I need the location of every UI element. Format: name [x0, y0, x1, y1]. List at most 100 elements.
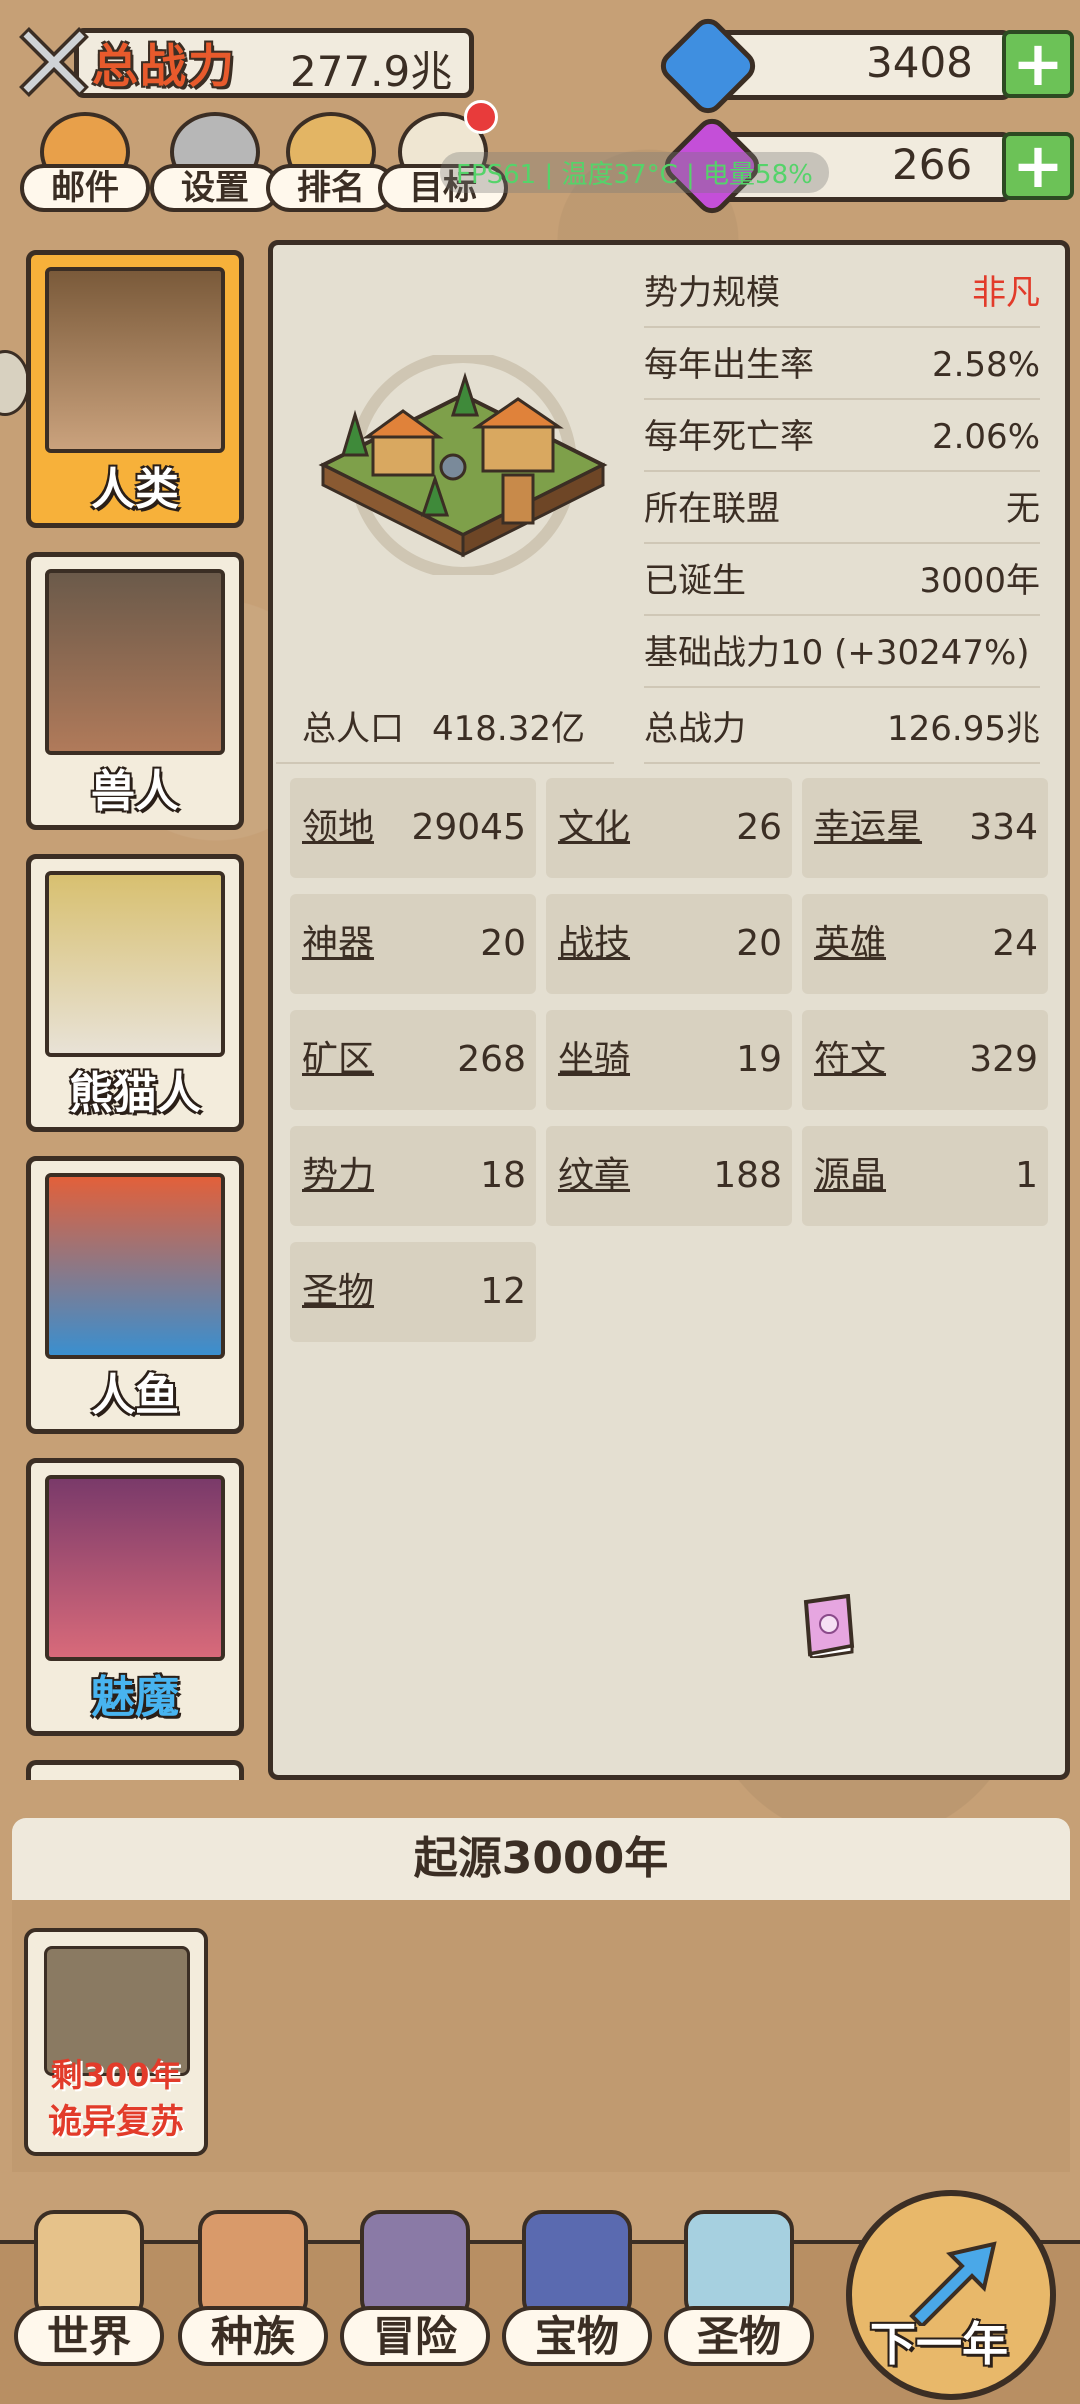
- stat-key: 源晶: [814, 1155, 887, 1196]
- event-name: 诡异复苏: [48, 2102, 184, 2142]
- adventure-icon: [360, 2210, 470, 2320]
- race-card-succubus[interactable]: 魅魔: [26, 1458, 244, 1736]
- stat-faction[interactable]: 势力 18: [290, 1126, 536, 1226]
- event-card-revival[interactable]: 剩300年 诡异复苏: [24, 1928, 208, 2156]
- stat-value: 19: [736, 1039, 782, 1080]
- stat-key: 幸运星: [814, 807, 923, 848]
- info-key: 势力规模: [644, 273, 780, 313]
- stat-key: 纹章: [558, 1155, 631, 1196]
- stat-relic[interactable]: 圣物 12: [290, 1242, 536, 1342]
- event-remaining: 剩300年: [50, 2056, 182, 2094]
- race-name: 魅魔: [91, 1672, 179, 1723]
- nav-label: 世界: [14, 2306, 164, 2366]
- stat-key: 势力: [302, 1155, 375, 1196]
- power-value: 277.9兆: [290, 47, 453, 96]
- notification-dot: [464, 100, 498, 134]
- stat-value: 18: [480, 1155, 526, 1196]
- stat-key: 矿区: [302, 1039, 375, 1080]
- population-row: 总人口 418.32亿: [276, 694, 614, 764]
- performance-overlay: FPS61 | 温度37°C | 电量58%: [440, 152, 829, 193]
- stat-key: 神器: [302, 923, 375, 964]
- stat-territory[interactable]: 领地 29045: [290, 778, 536, 878]
- info-birthrate-row: 每年出生率 2.58%: [644, 330, 1040, 400]
- mail-label: 邮件: [20, 164, 150, 212]
- stat-value: 188: [713, 1155, 782, 1196]
- info-value: 非凡: [972, 273, 1040, 313]
- stat-artifact[interactable]: 神器 20: [290, 894, 536, 994]
- nav-race[interactable]: 种族: [178, 2210, 328, 2400]
- mail-button[interactable]: 邮件: [20, 112, 150, 212]
- add-currency2-button[interactable]: +: [1002, 132, 1074, 200]
- info-value: 3000年: [919, 561, 1040, 601]
- stat-culture[interactable]: 文化 26: [546, 778, 792, 878]
- race-card-panda[interactable]: 熊猫人: [26, 854, 244, 1132]
- info-base-power-row: 基础战力10 (+30247%): [644, 618, 1040, 688]
- panda-portrait: [45, 871, 225, 1057]
- info-value: 无: [1006, 489, 1040, 529]
- succubus-portrait: [45, 1475, 225, 1661]
- stat-value: 268: [457, 1039, 526, 1080]
- race-mask-icon: [198, 2210, 308, 2320]
- nav-treasure[interactable]: 宝物: [502, 2210, 652, 2400]
- currency1-value: 3408: [866, 38, 973, 87]
- nav-label: 冒险: [340, 2306, 490, 2366]
- world-map-icon: [34, 2210, 144, 2320]
- race-card-merfolk[interactable]: 人鱼: [26, 1156, 244, 1434]
- book-icon[interactable]: [796, 1593, 858, 1660]
- stat-mount[interactable]: 坐骑 19: [546, 1010, 792, 1110]
- nav-adventure[interactable]: 冒险: [340, 2210, 490, 2400]
- race-card-human[interactable]: 人类: [26, 250, 244, 528]
- info-scale-row: 势力规模 非凡: [644, 258, 1040, 328]
- stat-mine[interactable]: 矿区 268: [290, 1010, 536, 1110]
- stat-lucky-star[interactable]: 幸运星 334: [802, 778, 1048, 878]
- stat-source-crystal[interactable]: 源晶 1: [802, 1126, 1048, 1226]
- stat-combat-skill[interactable]: 战技 20: [546, 894, 792, 994]
- stat-value: 20: [480, 923, 526, 964]
- nav-world[interactable]: 世界: [14, 2210, 164, 2400]
- nav-label: 种族: [178, 2306, 328, 2366]
- population-label: 总人口: [302, 709, 404, 749]
- power-label: 总战力: [92, 39, 236, 93]
- village-illustration: [303, 351, 623, 579]
- info-total-power-row: 总战力 126.95兆: [644, 694, 1040, 764]
- stat-key: 战技: [558, 923, 631, 964]
- stat-key: 圣物: [302, 1271, 375, 1312]
- stat-key: 符文: [814, 1039, 887, 1080]
- stat-emblem[interactable]: 纹章 188: [546, 1126, 792, 1226]
- stat-hero[interactable]: 英雄 24: [802, 894, 1048, 994]
- merfolk-portrait: [45, 1173, 225, 1359]
- ranking-label: 排名: [266, 164, 396, 212]
- currency2-value: 266: [892, 140, 973, 189]
- stat-value: 12: [480, 1271, 526, 1312]
- population-value: 418.32亿: [432, 709, 585, 749]
- nav-label: 圣物: [664, 2306, 814, 2366]
- settings-button[interactable]: 设置: [150, 112, 280, 212]
- treasure-chest-icon: [522, 2210, 632, 2320]
- relic-icon: [684, 2210, 794, 2320]
- race-name: 兽人: [91, 766, 179, 817]
- stat-value: 329: [969, 1039, 1038, 1080]
- settings-label: 设置: [150, 164, 280, 212]
- info-alliance-row: 所在联盟 无: [644, 474, 1040, 544]
- race-name: 人鱼: [91, 1370, 179, 1421]
- stat-key: 领地: [302, 807, 375, 848]
- info-value: 2.06%: [931, 417, 1040, 457]
- info-value: 126.95兆: [887, 709, 1040, 749]
- nav-relic[interactable]: 圣物: [664, 2210, 814, 2400]
- stat-key: 英雄: [814, 923, 887, 964]
- stat-rune[interactable]: 符文 329: [802, 1010, 1048, 1110]
- race-name: 人类: [91, 464, 179, 515]
- info-deathrate-row: 每年死亡率 2.06%: [644, 402, 1040, 472]
- stat-value: 24: [992, 923, 1038, 964]
- ranking-button[interactable]: 排名: [266, 112, 396, 212]
- nav-label: 宝物: [502, 2306, 652, 2366]
- stat-value: 29045: [411, 807, 526, 848]
- race-card-orc[interactable]: 兽人: [26, 552, 244, 830]
- info-value: 2.58%: [931, 345, 1040, 385]
- race-card-partial[interactable]: [26, 1760, 244, 1780]
- info-born-row: 已诞生 3000年: [644, 546, 1040, 616]
- info-key: 总战力: [644, 709, 746, 749]
- stat-key: 坐骑: [558, 1039, 631, 1080]
- add-currency1-button[interactable]: +: [1002, 30, 1074, 98]
- next-year-label: 下一年: [870, 2317, 1008, 2371]
